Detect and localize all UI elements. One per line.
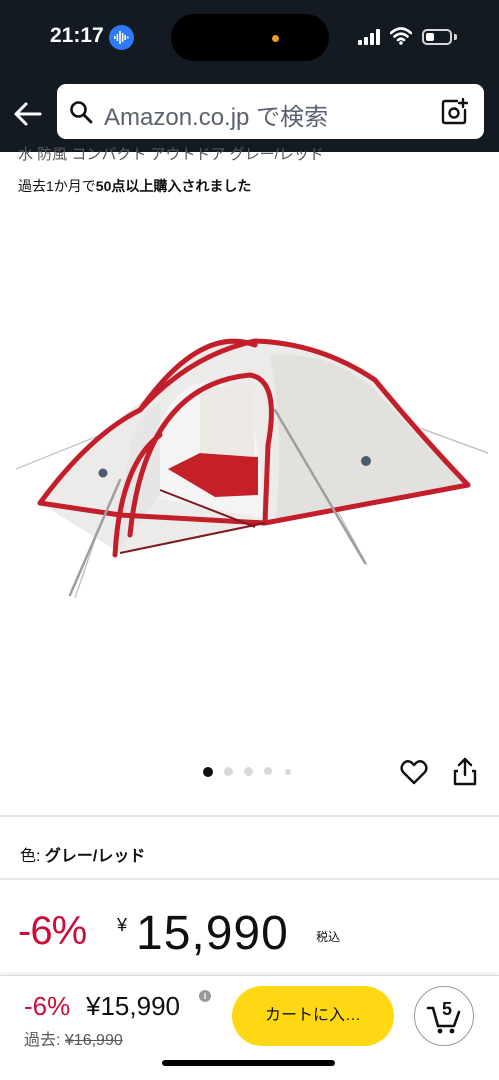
currency-symbol: ¥ bbox=[117, 915, 128, 935]
product-price: 15,990 bbox=[136, 907, 289, 960]
past-price: 過去: ¥16,990 bbox=[24, 1026, 123, 1050]
dynamic-island bbox=[171, 14, 329, 61]
color-value: グレー/レッド bbox=[44, 848, 146, 865]
status-time: 21:17 bbox=[50, 24, 104, 47]
signal-icon bbox=[358, 29, 380, 45]
search-input[interactable]: Amazon.co.jp で検索 bbox=[57, 84, 484, 139]
discount-percent: -6% bbox=[18, 909, 87, 953]
add-to-cart-button[interactable]: カートに入… bbox=[232, 986, 394, 1046]
carousel-dot-active[interactable] bbox=[203, 767, 213, 777]
camera-search-icon[interactable] bbox=[440, 98, 468, 126]
color-label: 色: bbox=[20, 848, 41, 865]
status-bar: 21:17 bbox=[0, 0, 499, 78]
carousel-dot[interactable] bbox=[285, 769, 291, 775]
divider bbox=[0, 878, 499, 880]
waveform-icon bbox=[109, 25, 134, 50]
info-icon[interactable]: i bbox=[199, 990, 211, 1002]
product-title[interactable]: 水 防風 コンパクト アウトドア グレー/レッド bbox=[18, 143, 488, 163]
bottom-price: ¥15,990 bbox=[86, 991, 180, 1021]
wifi-icon bbox=[390, 27, 412, 45]
home-indicator bbox=[162, 1060, 335, 1066]
heart-icon[interactable] bbox=[400, 759, 428, 785]
divider bbox=[0, 815, 499, 817]
privacy-indicator bbox=[272, 35, 279, 42]
product-image[interactable] bbox=[0, 205, 499, 750]
search-icon bbox=[70, 101, 93, 124]
share-icon[interactable] bbox=[452, 757, 478, 787]
search-placeholder: Amazon.co.jp で検索 bbox=[104, 104, 329, 131]
carousel-dot[interactable] bbox=[244, 767, 253, 776]
carousel-dot[interactable] bbox=[224, 767, 233, 776]
back-arrow-icon[interactable] bbox=[12, 100, 44, 128]
color-selector[interactable]: 色: グレー/レッド bbox=[20, 842, 145, 866]
past-label: 過去: bbox=[24, 1032, 61, 1049]
purchase-prefix: 過去1か月で bbox=[18, 178, 96, 194]
cart-button[interactable]: 5 bbox=[414, 986, 474, 1046]
battery-icon bbox=[422, 29, 452, 45]
cart-count: 5 bbox=[442, 999, 453, 1019]
search-header: Amazon.co.jp で検索 bbox=[0, 78, 499, 152]
bottom-discount: -6% bbox=[24, 991, 71, 1021]
past-price-value: ¥16,990 bbox=[64, 1032, 123, 1049]
purchase-count: 過去1か月で50点以上購入されました bbox=[18, 176, 251, 196]
tax-note: 税込 bbox=[316, 930, 341, 944]
carousel-dot[interactable] bbox=[264, 767, 272, 775]
battery-cap bbox=[454, 34, 457, 40]
purchase-count-bold: 50点以上購入されました bbox=[95, 178, 252, 194]
